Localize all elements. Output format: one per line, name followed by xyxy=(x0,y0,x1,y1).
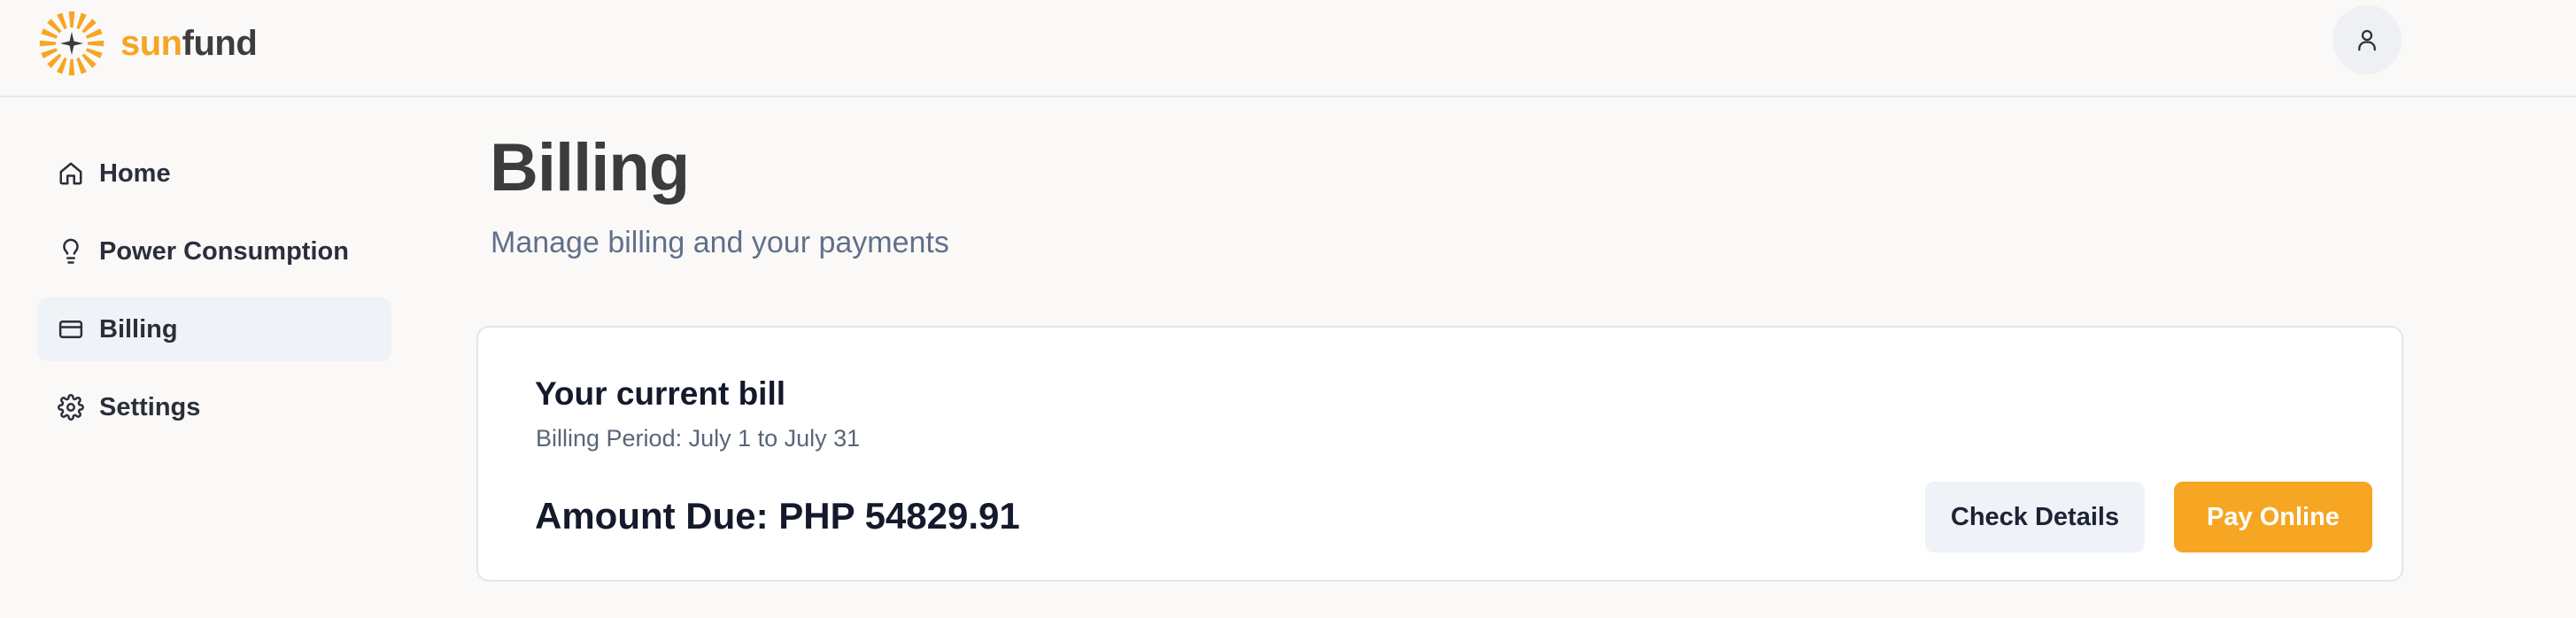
gear-icon xyxy=(57,393,85,421)
sun-logo-icon xyxy=(39,11,104,76)
sidebar-item-billing[interactable]: Billing xyxy=(37,297,391,361)
sidebar-item-home[interactable]: Home xyxy=(37,142,391,205)
home-icon xyxy=(57,159,85,188)
top-header: sun fund xyxy=(0,0,2576,97)
bill-card-title: Your current bill xyxy=(535,375,786,412)
check-details-button[interactable]: Check Details xyxy=(1925,482,2145,552)
sidebar-item-power-consumption[interactable]: Power Consumption xyxy=(37,220,391,283)
sidebar-item-settings[interactable]: Settings xyxy=(37,375,391,439)
amount-due: Amount Due: PHP 54829.91 xyxy=(535,495,1020,537)
brand-name-fund: fund xyxy=(182,23,258,63)
credit-card-icon xyxy=(57,315,85,344)
user-profile-button[interactable] xyxy=(2332,5,2402,74)
lightbulb-icon xyxy=(57,237,85,266)
sidebar-item-label: Power Consumption xyxy=(99,236,349,266)
page-subtitle: Manage billing and your payments xyxy=(491,226,949,259)
sidebar-item-label: Settings xyxy=(99,392,201,421)
sidebar-nav: Home Power Consumption Billing Settings xyxy=(37,142,391,453)
current-bill-card: Your current bill Billing Period: July 1… xyxy=(476,326,2403,582)
pay-online-button[interactable]: Pay Online xyxy=(2174,482,2372,552)
page-title: Billing xyxy=(490,130,690,205)
user-icon xyxy=(2358,29,2376,51)
sidebar-item-label: Billing xyxy=(99,314,178,344)
billing-period: Billing Period: July 1 to July 31 xyxy=(536,425,861,452)
sidebar-item-label: Home xyxy=(99,158,171,188)
brand-logo-link[interactable]: sun fund xyxy=(35,7,258,80)
brand-name-sun: sun xyxy=(120,23,182,63)
brand-name: sun fund xyxy=(120,23,258,64)
